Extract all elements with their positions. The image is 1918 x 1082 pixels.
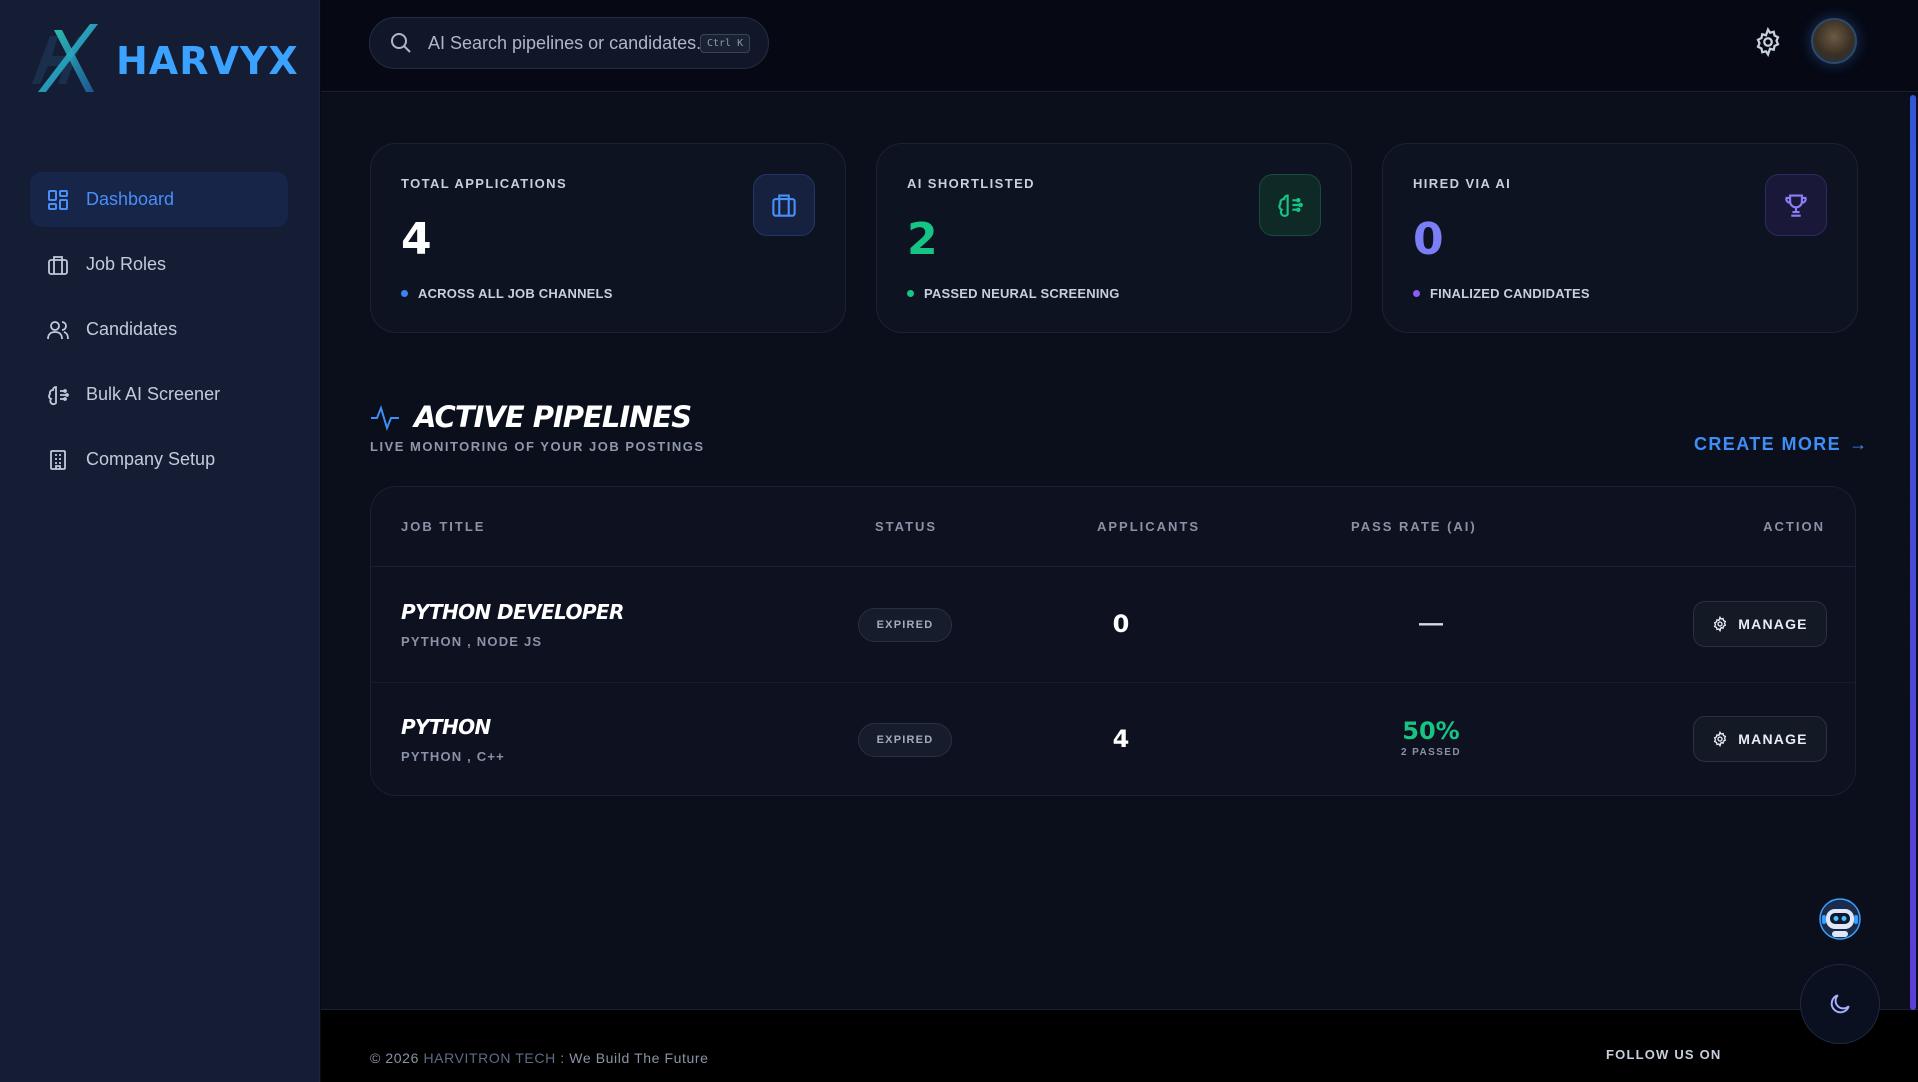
manage-button[interactable]: MANAGE: [1693, 601, 1827, 647]
search-input[interactable]: [428, 32, 700, 54]
table-row: PYTHON PYTHON , C++ EXPIRED 4 50% 2 PASS…: [371, 682, 1855, 795]
stat-label: TOTAL APPLICATIONS: [401, 176, 568, 191]
stat-label: AI SHORTLISTED: [907, 176, 1035, 191]
search-box[interactable]: Ctrl K: [369, 17, 769, 69]
manage-label: MANAGE: [1738, 616, 1808, 632]
column-header-applicants: APPLICANTS: [1097, 519, 1201, 534]
stat-card-hired-via-ai: HIRED VIA AI 0 FINALIZED CANDIDATES: [1382, 143, 1858, 333]
sidebar-item-job-roles[interactable]: Job Roles: [30, 237, 288, 292]
stat-value: 2: [907, 214, 938, 265]
brand-logo[interactable]: HARVYX: [26, 22, 299, 100]
column-header-action: ACTION: [1763, 519, 1825, 534]
sidebar-item-label: Job Roles: [86, 254, 167, 274]
sidebar-item-candidates[interactable]: Candidates: [30, 302, 288, 357]
status-dot: [907, 290, 914, 297]
status-badge: EXPIRED: [858, 723, 952, 757]
status-badge: EXPIRED: [858, 608, 952, 642]
sidebar-item-dashboard[interactable]: Dashboard: [30, 172, 288, 227]
stat-card-total-applications: TOTAL APPLICATIONS 4 ACROSS ALL JOB CHAN…: [370, 143, 846, 333]
brain-icon: [46, 383, 70, 407]
company-link[interactable]: HARVITRON TECH: [423, 1050, 555, 1066]
job-skills: PYTHON , C++: [401, 749, 505, 764]
status-dot: [401, 290, 408, 297]
search-icon: [391, 33, 411, 53]
sidebar-item-bulk-ai-screener[interactable]: Bulk AI Screener: [30, 367, 288, 422]
gear-icon: [1714, 616, 1727, 632]
manage-label: MANAGE: [1738, 731, 1808, 747]
stat-subtext: ACROSS ALL JOB CHANNELS: [401, 286, 613, 301]
tagline: : We Build The Future: [560, 1050, 709, 1066]
stat-card-ai-shortlisted: AI SHORTLISTED 2 PASSED NEURAL SCREENING: [876, 143, 1352, 333]
harvyx-logo-icon: [32, 24, 98, 92]
trophy-icon: [1765, 174, 1827, 236]
applicants-count: 4: [1112, 725, 1130, 753]
column-header-status: STATUS: [875, 519, 938, 534]
sidebar: HARVYX Dashboard Job Roles Candidates Bu…: [0, 0, 320, 1082]
stat-subtext: PASSED NEURAL SCREENING: [907, 286, 1120, 301]
applicants-count: 0: [1112, 610, 1130, 638]
sidebar-nav: Dashboard Job Roles Candidates Bulk AI S…: [30, 172, 288, 497]
activity-pulse-icon: [371, 404, 399, 432]
manage-button[interactable]: MANAGE: [1693, 716, 1827, 762]
footer: © 2026 HARVITRON TECH : We Build The Fut…: [321, 1009, 1918, 1082]
section-title: ACTIVE PIPELINES: [414, 400, 692, 434]
arrow-right-icon: →: [1849, 434, 1869, 454]
gear-icon: [1714, 731, 1727, 747]
sidebar-item-label: Company Setup: [86, 449, 216, 469]
stat-value: 0: [1413, 214, 1444, 265]
brain-icon: [1259, 174, 1321, 236]
sidebar-item-label: Dashboard: [86, 189, 175, 209]
pipelines-table: JOB TITLE STATUS APPLICANTS PASS RATE (A…: [370, 486, 1856, 796]
building-icon: [46, 448, 70, 472]
stat-label: HIRED VIA AI: [1413, 176, 1512, 191]
create-more-label: CREATE MORE: [1694, 434, 1842, 454]
avatar[interactable]: [1811, 18, 1857, 64]
stat-sub-label: FINALIZED CANDIDATES: [1430, 286, 1590, 301]
create-more-link[interactable]: CREATE MORE →: [1694, 434, 1868, 455]
dashboard-grid-icon: [46, 188, 70, 212]
follow-us-label: FOLLOW US ON: [1606, 1047, 1722, 1062]
table-row: PYTHON DEVELOPER PYTHON , NODE JS EXPIRE…: [371, 568, 1855, 682]
stat-sub-label: ACROSS ALL JOB CHANNELS: [418, 286, 613, 301]
briefcase-icon: [753, 174, 815, 236]
sidebar-item-label: Candidates: [86, 319, 178, 339]
section-subtitle: LIVE MONITORING OF YOUR JOB POSTINGS: [370, 439, 705, 454]
gear-icon[interactable]: [1753, 27, 1783, 57]
status-dot: [1413, 290, 1420, 297]
sidebar-item-label: Bulk AI Screener: [86, 384, 221, 404]
briefcase-icon: [46, 253, 70, 277]
brand-name: HARVYX: [116, 39, 299, 83]
pass-rate: —: [1361, 602, 1501, 638]
column-header-pass-rate: PASS RATE (AI): [1351, 519, 1477, 534]
stat-value: 4: [401, 214, 432, 265]
topbar: Ctrl K: [321, 0, 1918, 92]
robot-assistant-icon[interactable]: [1814, 893, 1866, 945]
pass-rate-subtext: 2 PASSED: [1401, 747, 1461, 758]
column-header-job-title: JOB TITLE: [401, 519, 486, 534]
users-icon: [46, 318, 70, 342]
scrollbar[interactable]: [1910, 95, 1916, 1010]
table-header: JOB TITLE STATUS APPLICANTS PASS RATE (A…: [371, 487, 1855, 567]
job-title[interactable]: PYTHON: [401, 715, 491, 739]
copyright: © 2026 HARVITRON TECH : We Build The Fut…: [370, 1050, 709, 1066]
copyright-prefix: © 2026: [370, 1050, 419, 1066]
stat-sub-label: PASSED NEURAL SCREENING: [924, 286, 1120, 301]
job-skills: PYTHON , NODE JS: [401, 634, 543, 649]
job-title[interactable]: PYTHON DEVELOPER: [401, 600, 624, 624]
pass-rate: 50% 2 PASSED: [1361, 717, 1501, 758]
theme-toggle-button[interactable]: [1800, 964, 1880, 1044]
pass-rate-value: —: [1419, 610, 1443, 637]
section-heading: ACTIVE PIPELINES: [370, 400, 692, 434]
pass-rate-value: 50%: [1402, 717, 1460, 745]
moon-icon: [1830, 994, 1850, 1014]
stat-subtext: FINALIZED CANDIDATES: [1413, 286, 1590, 301]
keyboard-shortcut-hint: Ctrl K: [700, 33, 751, 53]
sidebar-item-company-setup[interactable]: Company Setup: [30, 432, 288, 487]
